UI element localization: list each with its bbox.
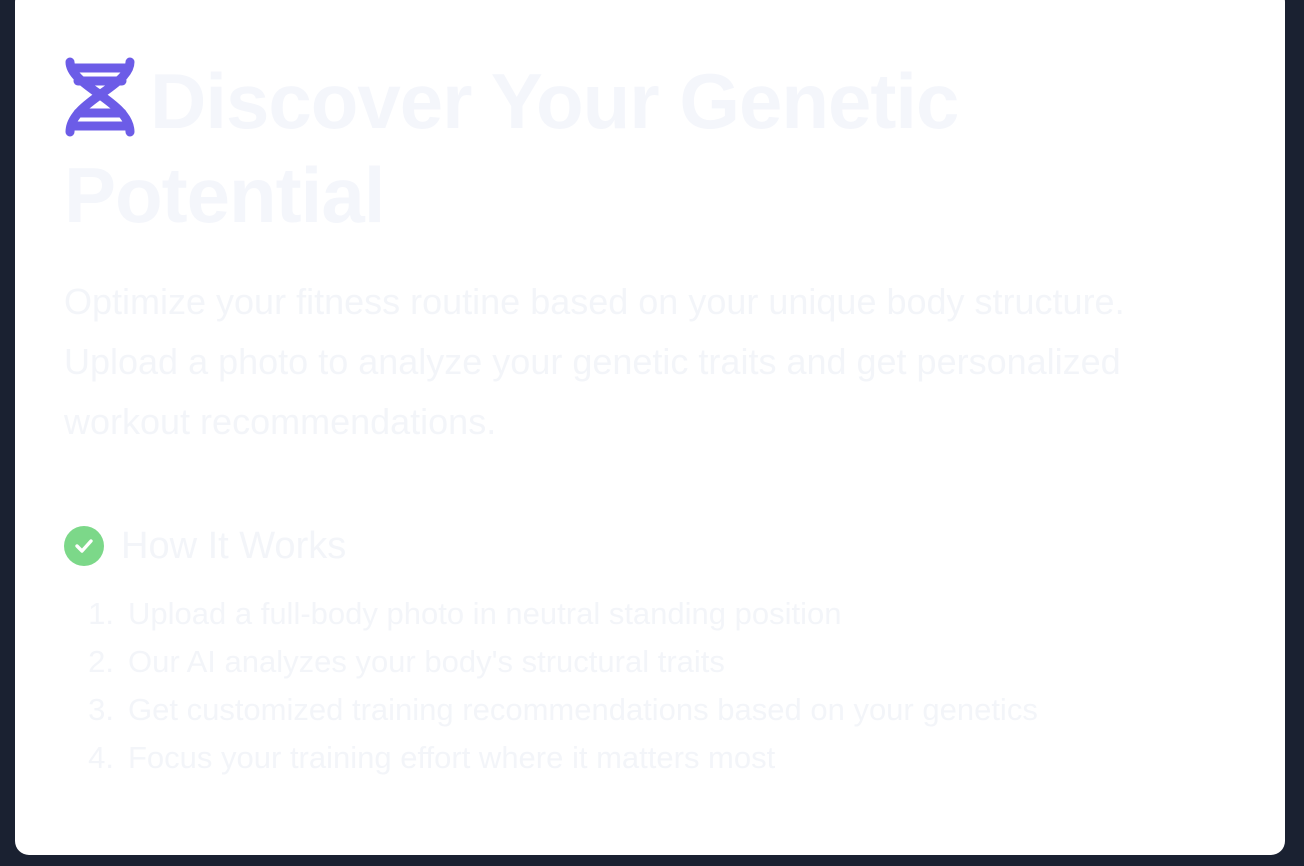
step-text: Focus your training effort where it matt… xyxy=(128,740,776,775)
how-it-works-title: How It Works xyxy=(121,525,347,567)
dna-icon xyxy=(65,57,135,137)
step-number: 1. xyxy=(88,596,114,631)
steps-list: 1. Upload a full-body photo in neutral s… xyxy=(64,590,1221,782)
how-it-works-header: How It Works xyxy=(64,524,1221,568)
how-it-works-section: How It Works 1. Upload a full-body photo… xyxy=(64,524,1221,782)
step-number: 3. xyxy=(88,692,114,727)
step-item: 1. Upload a full-body photo in neutral s… xyxy=(64,590,1221,638)
intro-card: Discover Your Genetic Potential Optimize… xyxy=(15,0,1285,855)
hero-description: Optimize your fitness routine based on y… xyxy=(64,281,1125,442)
step-item: 4. Focus your training effort where it m… xyxy=(64,734,1221,782)
page-title: Discover Your Genetic Potential xyxy=(64,57,959,239)
check-circle-icon xyxy=(64,526,104,566)
step-item: 2. Our AI analyzes your body's structura… xyxy=(64,638,1221,686)
step-item: 3. Get customized training recommendatio… xyxy=(64,686,1221,734)
step-number: 2. xyxy=(88,644,114,679)
step-number: 4. xyxy=(88,740,114,775)
hero-section: Discover Your Genetic Potential Optimize… xyxy=(64,46,1221,452)
step-text: Our AI analyzes your body's structural t… xyxy=(128,644,725,679)
step-text: Get customized training recommendations … xyxy=(128,692,1038,727)
step-text: Upload a full-body photo in neutral stan… xyxy=(128,596,842,631)
